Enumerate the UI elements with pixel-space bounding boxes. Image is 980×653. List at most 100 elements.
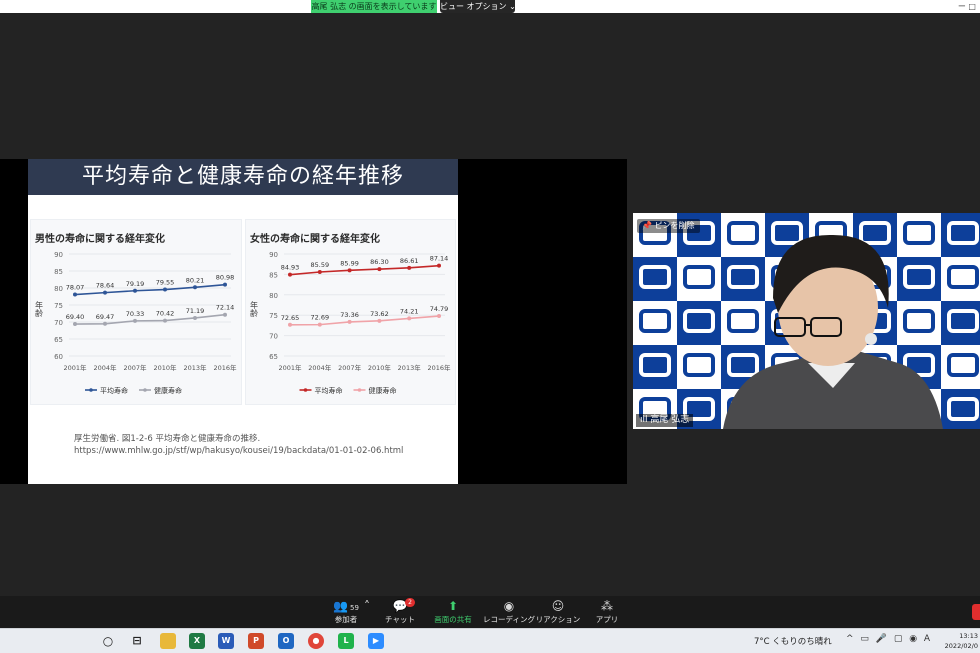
male-chart-y-tick-label: 60 — [54, 353, 63, 361]
female-chart-y-tick-label: 80 — [269, 292, 278, 300]
male-chart-data-label: 69.40 — [66, 313, 85, 321]
male-chart-y-tick-label: 90 — [54, 251, 63, 259]
participant-name-label: ıll 高尾 弘志 — [636, 414, 694, 427]
female-chart-data-point — [288, 272, 292, 277]
male-chart-data-point — [133, 318, 137, 323]
participants-icon: 👥 — [333, 599, 349, 613]
female-chart-x-tick-label: 2001年 — [278, 363, 302, 372]
view-options-button[interactable]: ビュー オプション ⌄ — [440, 0, 516, 13]
participant-name: 高尾 弘志 — [650, 415, 690, 425]
male-chart-data-label: 78.64 — [96, 282, 115, 290]
female-chart-data-label: 74.21 — [400, 307, 419, 315]
female-chart-x-tick-label: 2004年 — [308, 363, 332, 372]
zoom-app-icon[interactable]: ▶ — [368, 633, 384, 649]
male-chart-panel: 男性の寿命に関する経年変化 60 65 70 75 80 85 90 年齢 2001年 2004年… — [30, 219, 242, 405]
participant-video[interactable]: 📌 ピンを削除 ıll 高尾 弘志 — [633, 213, 980, 429]
weather-widget[interactable]: 7°C くもりのち晴れ — [754, 635, 832, 647]
female-chart-data-label: 84.93 — [281, 264, 300, 272]
male-chart-data-label: 80.98 — [216, 274, 235, 282]
chat-label: チャット — [385, 615, 415, 624]
reactions-icon: ☺ — [551, 599, 565, 613]
female-chart-x-tick-label: 2016年 — [427, 363, 451, 372]
female-chart-y-tick-label: 65 — [269, 353, 278, 361]
male-chart-legend-label: 平均寿命 — [100, 386, 128, 395]
window-controls[interactable]: ー □ — [958, 0, 976, 13]
male-chart-data-point — [193, 315, 197, 320]
shared-screen-area: 平均寿命と健康寿命の経年推移 男性の寿命に関する経年変化 60 65 70 75 80 8… — [0, 159, 627, 484]
chat-unread-badge: 2 — [405, 598, 415, 607]
share-screen-button[interactable]: ⬆ 画面の共有 — [425, 598, 481, 626]
male-chart-data-point — [133, 288, 137, 293]
screen-share-indicator: 高尾 弘志 の画面を表示しています — [311, 0, 437, 13]
female-chart-x-tick-label: 2010年 — [368, 363, 392, 372]
male-chart-x-tick-label: 2010年 — [153, 363, 177, 372]
outlook-icon[interactable]: O — [278, 633, 294, 649]
zoom-meeting-window: 高尾 弘志 の画面を表示しています ビュー オプション ⌄ ー □ 平均寿命と健… — [0, 0, 980, 653]
remove-pin-label: ピンを削除 — [654, 221, 695, 230]
male-chart-y-tick-label: 65 — [54, 336, 63, 344]
system-tray-icons[interactable]: ^ ▭ 🎤 ▢ ◉ A — [846, 634, 932, 644]
female-chart-data-point — [288, 322, 292, 327]
male-chart-y-tick-label: 80 — [54, 285, 63, 293]
male-chart-data-point — [163, 318, 167, 323]
male-chart-data-point — [163, 287, 167, 292]
female-chart-data-point — [317, 269, 322, 274]
record-button[interactable]: ◉ レコーディング — [481, 598, 537, 626]
reactions-label: リアクション — [535, 615, 581, 624]
excel-icon[interactable]: X — [189, 633, 205, 649]
chat-button[interactable]: 💬 2 チャット — [372, 598, 428, 626]
female-chart-y-tick-label: 85 — [269, 271, 278, 279]
apps-label: アプリ — [595, 615, 619, 624]
male-chart-data-point — [223, 312, 227, 317]
female-chart-data-label: 72.69 — [310, 314, 329, 322]
male-chart-x-tick-label: 2007年 — [123, 363, 147, 372]
apps-button[interactable]: ⁂ アプリ — [579, 598, 635, 626]
female-chart-data-point — [317, 322, 322, 327]
male-chart-data-label: 79.19 — [126, 280, 145, 288]
female-chart-legend-marker — [303, 388, 308, 392]
file-explorer-icon[interactable] — [160, 633, 176, 649]
male-chart-data-label: 71.19 — [186, 307, 205, 315]
line-app-icon[interactable]: L — [338, 633, 354, 649]
share-screen-label: 画面の共有 — [434, 615, 472, 624]
female-chart-data-point — [407, 265, 412, 270]
female-chart-data-point — [377, 267, 382, 272]
female-chart-legend-label: 平均寿命 — [315, 386, 343, 395]
female-lifespan-chart: 65 70 75 80 85 90 年齢 2001年 2004年 2007年 2010年 2013年 2… — [250, 251, 452, 395]
female-chart-legend-marker — [357, 388, 362, 392]
female-chart-y-axis-label: 年齢 — [250, 300, 259, 318]
reactions-button[interactable]: ☺ リアクション — [530, 598, 586, 626]
word-icon[interactable]: W — [218, 633, 234, 649]
source-citation: 厚生労働省. 図1-2-6 平均寿命と健康寿命の推移. https://www.… — [74, 433, 403, 457]
task-view-icon[interactable]: ⊟ — [129, 633, 145, 649]
clock-date: 2022/02/0 — [944, 642, 978, 650]
search-icon[interactable]: ○ — [100, 633, 116, 649]
female-chart-data-point — [347, 268, 352, 273]
slide-title: 平均寿命と健康寿命の経年推移 — [28, 159, 458, 195]
female-chart-x-tick-label: 2007年 — [338, 363, 362, 372]
female-chart-legend-label: 健康寿命 — [369, 386, 397, 395]
female-chart-data-label: 73.62 — [370, 310, 389, 318]
end-meeting-button[interactable] — [972, 604, 980, 620]
male-chart-data-point — [193, 285, 197, 290]
pin-icon: 📌 — [642, 221, 652, 230]
windows-taskbar: ○ ⊟ X W P O ● L ▶ 7°C くもりのち晴れ ^ ▭ 🎤 ▢ ◉ … — [0, 628, 980, 653]
male-chart-y-axis-label: 年齢 — [35, 300, 44, 318]
male-lifespan-chart: 60 65 70 75 80 85 90 年齢 2001年 2004年 2007年 2010年 2013… — [35, 251, 238, 395]
male-chart-legend-marker — [89, 388, 93, 392]
participants-count: 59 — [350, 604, 359, 612]
powerpoint-icon[interactable]: P — [248, 633, 264, 649]
apps-icon: ⁂ — [601, 599, 613, 613]
camera-background — [633, 213, 980, 429]
male-chart-y-tick-label: 75 — [54, 302, 63, 310]
chrome-icon[interactable]: ● — [308, 633, 324, 649]
remove-pin-button[interactable]: 📌 ピンを削除 — [637, 219, 700, 233]
male-chart-data-point — [223, 282, 227, 287]
male-chart-data-label: 72.14 — [216, 304, 235, 312]
meeting-controls-toolbar: 👥 59 参加者 ˄ 💬 2 チャット ⬆ 画面の共有 ◉ レコーディング ☺ リ… — [0, 596, 980, 628]
male-chart-data-label: 70.42 — [156, 310, 175, 318]
female-chart-data-label: 85.59 — [310, 261, 329, 269]
top-bar: 高尾 弘志 の画面を表示しています ビュー オプション ⌄ ー □ — [0, 0, 980, 13]
taskbar-clock[interactable]: 13:13 2022/02/0 — [945, 631, 978, 651]
source-citation-url: https://www.mhlw.go.jp/stf/wp/hakusyo/ko… — [74, 446, 404, 456]
